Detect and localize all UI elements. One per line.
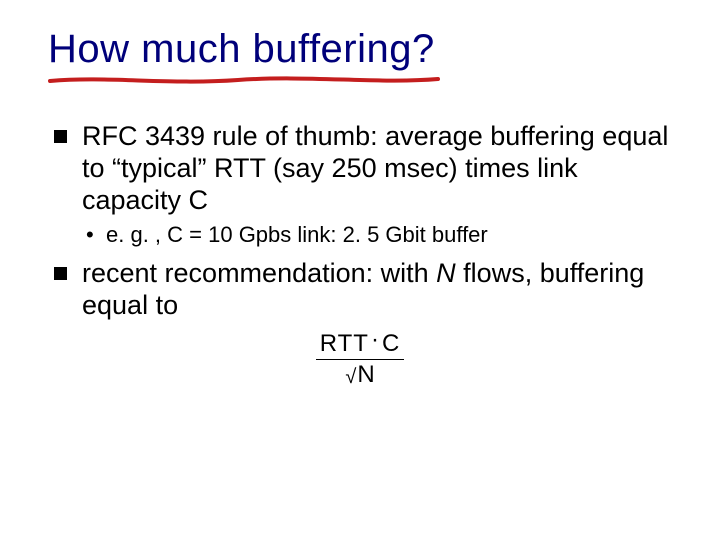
sub-bullet-item-1: e. g. , C = 10 Gpbs link: 2. 5 Gbit buff… — [82, 221, 672, 249]
bullet-2-N: N — [436, 258, 456, 288]
formula-dot: · — [369, 326, 382, 353]
sub-bullet-list: e. g. , C = 10 Gpbs link: 2. 5 Gbit buff… — [82, 221, 672, 249]
formula: RTT·C √N — [316, 332, 405, 387]
bullet-item-1: RFC 3439 rule of thumb: average bufferin… — [48, 121, 672, 248]
formula-numerator: RTT·C — [316, 332, 405, 360]
title-underline-icon — [48, 74, 440, 88]
formula-container: RTT·C √N — [48, 332, 672, 387]
formula-surd: √ — [345, 366, 356, 388]
bullet-2-pre: recent recommendation: with — [82, 258, 436, 288]
formula-n: N — [356, 361, 374, 388]
bullet-list: RFC 3439 rule of thumb: average bufferin… — [48, 121, 672, 322]
sqrt-icon: √N — [345, 363, 374, 387]
sub-bullet-1-text: e. g. , C = 10 Gpbs link: 2. 5 Gbit buff… — [106, 222, 488, 247]
slide: How much buffering? RFC 3439 rule of thu… — [0, 0, 720, 540]
formula-denominator: √N — [316, 360, 405, 387]
formula-rtt: RTT — [320, 330, 369, 357]
bullet-item-2: recent recommendation: with N flows, buf… — [48, 258, 672, 322]
bullet-1-text: RFC 3439 rule of thumb: average bufferin… — [82, 121, 668, 215]
formula-c: C — [382, 330, 400, 357]
slide-title: How much buffering? — [48, 28, 672, 70]
